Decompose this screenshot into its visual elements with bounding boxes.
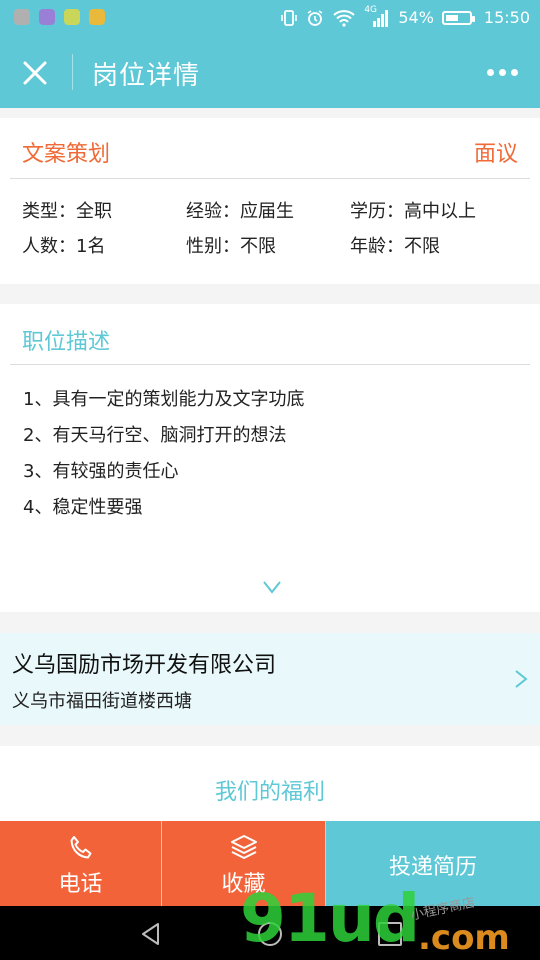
- description-item: 1、具有一定的策划能力及文字功底: [23, 389, 305, 410]
- app-notification-icon: [89, 9, 105, 25]
- battery-icon: [441, 10, 475, 25]
- app-notification-icon: [64, 9, 80, 25]
- apply-label: 投递简历: [388, 855, 477, 880]
- chevron-down-icon[interactable]: [262, 580, 282, 594]
- job-experience: 经验：应届生: [186, 201, 294, 222]
- wifi-icon: [333, 9, 355, 27]
- job-headcount: 人数：1名: [22, 236, 106, 257]
- nav-bar: 岗位详情: [0, 36, 540, 108]
- chevron-right-icon: [515, 670, 528, 688]
- gallery-notification-icon: [39, 9, 55, 25]
- company-address: 义乌市福田街道楼西塘: [12, 691, 192, 712]
- app-notification-icon: [14, 9, 30, 25]
- clock: 15:50: [483, 8, 530, 27]
- phone-button[interactable]: 电话: [0, 821, 162, 906]
- job-description-card: 职位描述 1、具有一定的策划能力及文字功底 2、有天马行空、脑洞打开的想法 3、…: [0, 304, 540, 612]
- description-item: 4、稳定性要强: [23, 497, 143, 518]
- battery-percent: 54%: [398, 8, 434, 27]
- nav-divider: [72, 54, 73, 90]
- job-title: 文案策划: [22, 142, 111, 167]
- job-salary: 面议: [473, 142, 518, 167]
- phone-icon: [70, 836, 91, 859]
- divider: [10, 178, 530, 179]
- vibrate-icon: [281, 9, 298, 26]
- benefits-heading: 我们的福利: [214, 780, 325, 805]
- company-card[interactable]: 义乌国励市场开发有限公司 义乌市福田街道楼西塘: [0, 633, 540, 725]
- watermark-domain: .com: [418, 918, 510, 958]
- job-summary-card: 文案策划 面议 类型：全职 经验：应届生 学历：高中以上 人数：1名 性别：不限…: [0, 118, 540, 284]
- alarm-icon: [307, 9, 323, 26]
- status-bar: 4G 54% 15:50: [0, 0, 540, 36]
- job-education: 学历：高中以上: [350, 201, 476, 222]
- phone-label: 电话: [58, 872, 103, 897]
- back-icon[interactable]: [138, 921, 164, 947]
- layers-icon: [230, 835, 257, 859]
- system-status: 4G 54% 15:50: [280, 5, 530, 27]
- page-title: 岗位详情: [92, 61, 201, 91]
- description-item: 2、有天马行空、脑洞打开的想法: [23, 425, 287, 446]
- close-icon[interactable]: [20, 58, 50, 88]
- description-item: 3、有较强的责任心: [23, 461, 179, 482]
- section-heading: 职位描述: [22, 330, 111, 355]
- job-type: 类型：全职: [22, 201, 112, 222]
- divider: [10, 364, 530, 365]
- notification-icons: [14, 9, 105, 25]
- signal-icon: 4G: [364, 5, 390, 27]
- watermark-logo: 91ud: [240, 880, 420, 957]
- job-gender: 性别：不限: [186, 236, 276, 257]
- job-age: 年龄：不限: [350, 236, 440, 257]
- more-dots-icon[interactable]: [487, 69, 518, 76]
- benefits-card: 我们的福利: [0, 746, 540, 822]
- company-name: 义乌国励市场开发有限公司: [12, 653, 277, 678]
